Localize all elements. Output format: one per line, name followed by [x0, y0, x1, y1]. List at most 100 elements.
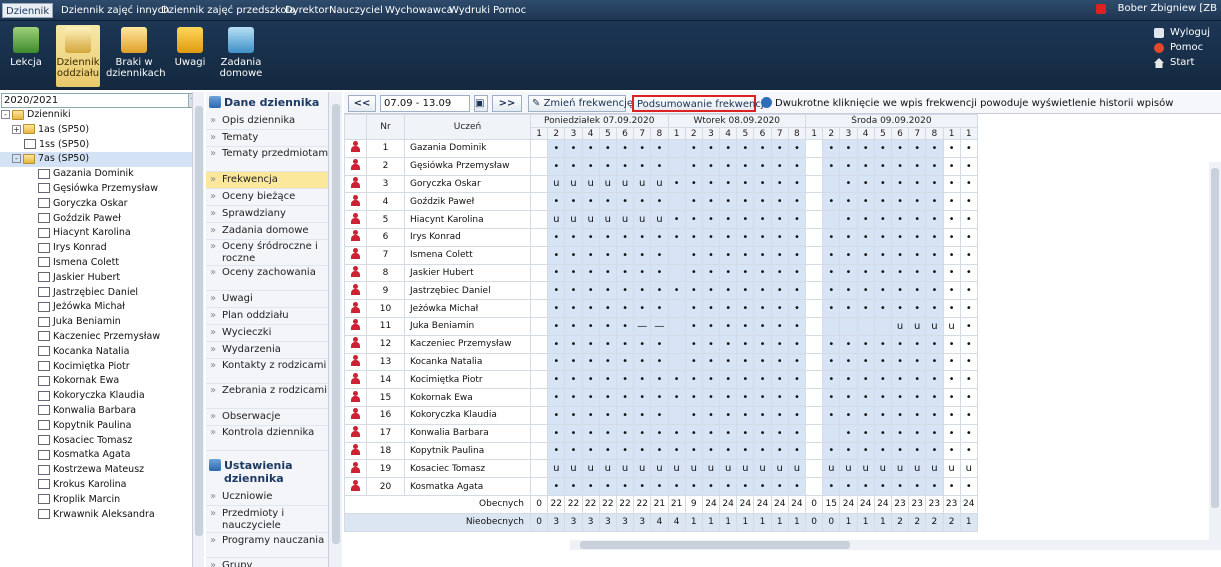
attendance-cell[interactable]: • [564, 281, 583, 301]
student-name[interactable]: Kokoryczka Klaudia [404, 405, 531, 425]
tree-student[interactable]: Hiacynt Karolina [0, 226, 203, 241]
attendance-cell[interactable]: • [684, 174, 703, 194]
student-name[interactable]: Kocimiętka Piotr [404, 370, 531, 390]
attendance-cell[interactable]: • [908, 245, 927, 265]
attendance-cell[interactable]: • [908, 477, 927, 496]
attendance-cell[interactable]: • [770, 352, 789, 372]
menu-wychowawca[interactable]: Wychowawca [382, 3, 456, 18]
attendance-cell[interactable]: • [908, 370, 927, 390]
attendance-cell[interactable]: • [719, 139, 738, 158]
attendance-cell[interactable]: • [942, 281, 961, 301]
attendance-cell[interactable]: • [701, 263, 721, 283]
attendance-cell[interactable] [804, 352, 824, 372]
attendance-cell[interactable]: • [615, 139, 635, 158]
attendance-cell[interactable]: • [822, 352, 841, 372]
attendance-cell[interactable]: • [822, 263, 841, 283]
attendance-cell[interactable]: • [650, 423, 669, 443]
attendance-cell[interactable]: • [959, 281, 978, 301]
attendance-cell[interactable] [839, 316, 858, 336]
attendance-cell[interactable]: u [890, 459, 910, 479]
attendance-cell[interactable]: • [684, 388, 703, 407]
table-row[interactable]: 9 Jastrzębiec Daniel • • • • • • • • • • • • • • • • • • • • •… [344, 281, 978, 301]
table-row[interactable]: 6 Irys Konrad • • • • • • • • • • • • • • • • • • • • • • • • [344, 227, 978, 247]
attendance-cell[interactable]: • [890, 334, 910, 354]
tree-student[interactable]: Kosaciec Tomasz [0, 434, 203, 449]
attendance-cell[interactable]: • [873, 174, 892, 194]
attendance-cell[interactable]: • [547, 299, 566, 318]
attendance-cell[interactable]: • [581, 156, 600, 176]
attendance-cell[interactable] [529, 334, 549, 354]
attendance-cell[interactable]: — [650, 316, 669, 336]
attendance-cell[interactable]: • [908, 156, 927, 176]
attendance-cell[interactable]: • [942, 299, 961, 318]
table-row[interactable]: 16 Kokoryczka Klaudia • • • • • • • • • • • • • • • • • • • •… [344, 405, 978, 425]
attendance-cell[interactable]: • [615, 245, 635, 265]
attendance-cell[interactable]: • [890, 210, 910, 229]
attendance-cell[interactable]: • [650, 405, 669, 425]
attendance-cell[interactable]: • [873, 245, 892, 265]
attendance-cell[interactable]: • [667, 210, 686, 229]
attendance-cell[interactable]: • [667, 370, 686, 390]
table-row[interactable]: 3 Goryczka Oskar u u u u u u u • • • • • • • • • • • • • • • • [344, 174, 978, 194]
attendance-cell[interactable] [804, 405, 824, 425]
attendance-cell[interactable]: • [564, 263, 583, 283]
attendance-cell[interactable]: • [684, 405, 703, 425]
start-link[interactable]: Start [1150, 55, 1210, 70]
nav-item[interactable]: Tematy przedmiotami [206, 147, 341, 172]
attendance-cell[interactable]: • [719, 227, 738, 247]
attendance-cell[interactable]: u [615, 174, 635, 194]
attendance-cell[interactable]: • [615, 334, 635, 354]
attendance-cell[interactable]: • [959, 263, 978, 283]
attendance-cell[interactable]: • [787, 352, 807, 372]
attendance-cell[interactable]: u [908, 459, 927, 479]
attendance-cell[interactable]: • [615, 281, 635, 301]
attendance-cell[interactable]: u [598, 174, 617, 194]
attendance-cell[interactable]: • [753, 352, 772, 372]
attendance-cell[interactable]: • [753, 263, 772, 283]
attendance-cell[interactable]: • [736, 388, 755, 407]
attendance-cell[interactable]: • [770, 263, 789, 283]
attendance-cell[interactable]: • [701, 192, 721, 212]
attendance-cell[interactable] [529, 299, 549, 318]
attendance-cell[interactable]: • [633, 441, 652, 461]
attendance-cell[interactable]: • [856, 477, 875, 496]
attendance-cell[interactable]: • [684, 245, 703, 265]
attendance-cell[interactable]: • [701, 139, 721, 158]
attendance-cell[interactable]: • [856, 245, 875, 265]
nav-item[interactable]: Oceny bieżące [206, 189, 341, 206]
attendance-cell[interactable] [667, 245, 686, 265]
attendance-cell[interactable]: • [925, 174, 944, 194]
table-row[interactable]: 5 Hiacynt Karolina u u u u u u u • • • • • • • • • • • • • • • • [344, 210, 978, 229]
nav-item[interactable]: Kontrola dziennika [206, 426, 341, 451]
attendance-cell[interactable]: • [719, 281, 738, 301]
attendance-cell[interactable]: • [959, 477, 978, 496]
attendance-cell[interactable]: • [547, 281, 566, 301]
attendance-cell[interactable]: • [959, 210, 978, 229]
attendance-cell[interactable] [804, 281, 824, 301]
attendance-cell[interactable]: • [890, 156, 910, 176]
attendance-cell[interactable]: • [925, 423, 944, 443]
attendance-cell[interactable]: • [684, 210, 703, 229]
attendance-cell[interactable]: • [684, 263, 703, 283]
attendance-cell[interactable]: • [753, 245, 772, 265]
attendance-cell[interactable]: • [787, 370, 807, 390]
attendance-cell[interactable] [529, 174, 549, 194]
attendance-cell[interactable]: • [959, 245, 978, 265]
attendance-cell[interactable]: • [839, 352, 858, 372]
attendance-cell[interactable]: • [615, 352, 635, 372]
attendance-cell[interactable]: • [890, 263, 910, 283]
tree-class-1as[interactable]: +1as (SP50) [0, 123, 203, 138]
attendance-cell[interactable]: • [650, 139, 669, 158]
attendance-cell[interactable]: • [753, 210, 772, 229]
attendance-cell[interactable]: • [547, 388, 566, 407]
attendance-cell[interactable]: • [701, 281, 721, 301]
student-name[interactable]: Hiacynt Karolina [404, 210, 531, 229]
attendance-cell[interactable] [667, 263, 686, 283]
attendance-cell[interactable]: • [959, 352, 978, 372]
attendance-cell[interactable]: • [719, 316, 738, 336]
attendance-cell[interactable]: • [753, 139, 772, 158]
tree-student[interactable]: Krokus Karolina [0, 478, 203, 493]
table-row[interactable]: 18 Kopytnik Paulina • • • • • • • • • • • • • • • • • • • • • •… [344, 441, 978, 461]
attendance-cell[interactable]: • [839, 388, 858, 407]
attendance-cell[interactable] [822, 423, 841, 443]
